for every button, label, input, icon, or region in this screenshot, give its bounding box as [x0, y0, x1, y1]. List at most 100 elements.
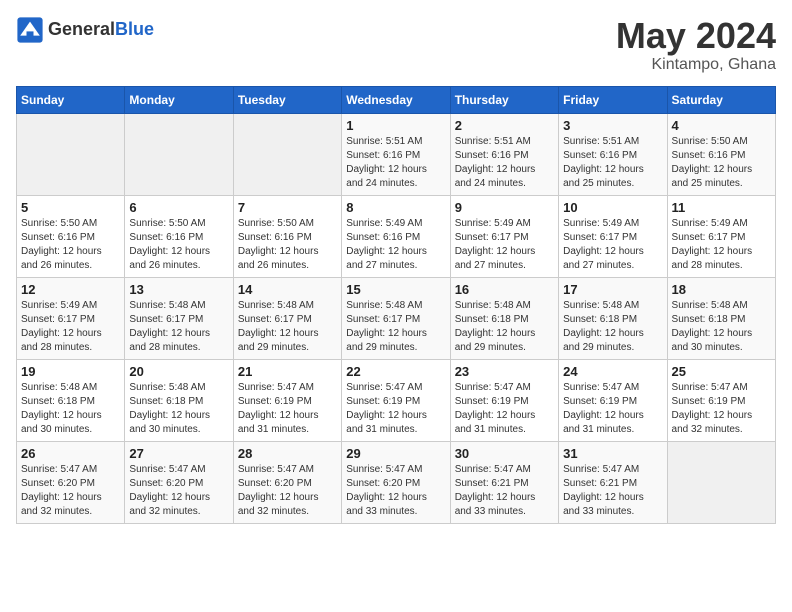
table-cell: 9 Sunrise: 5:49 AM Sunset: 6:17 PM Daylig… [450, 195, 558, 277]
day-info: Sunrise: 5:49 AM Sunset: 6:17 PM Dayligh… [455, 217, 554, 273]
day-info: Sunrise: 5:47 AM Sunset: 6:19 PM Dayligh… [455, 381, 554, 437]
table-cell: 8 Sunrise: 5:49 AM Sunset: 6:16 PM Daylig… [342, 195, 450, 277]
day-info: Sunrise: 5:47 AM Sunset: 6:21 PM Dayligh… [455, 463, 554, 519]
day-number: 23 [455, 364, 554, 379]
table-cell: 4 Sunrise: 5:50 AM Sunset: 6:16 PM Daylig… [667, 113, 775, 195]
day-number: 11 [672, 200, 771, 215]
day-number: 25 [672, 364, 771, 379]
subtitle: Kintampo, Ghana [616, 56, 776, 74]
day-info: Sunrise: 5:49 AM Sunset: 6:16 PM Dayligh… [346, 217, 445, 273]
table-cell: 1Sunrise: 5:51 AM Sunset: 6:16 PM Daylig… [342, 113, 450, 195]
day-number: 22 [346, 364, 445, 379]
day-info: Sunrise: 5:47 AM Sunset: 6:21 PM Dayligh… [563, 463, 662, 519]
day-number: 5 [21, 200, 120, 215]
table-cell [17, 113, 125, 195]
day-number: 31 [563, 446, 662, 461]
day-info: Sunrise: 5:50 AM Sunset: 6:16 PM Dayligh… [129, 217, 228, 273]
day-info: Sunrise: 5:51 AM Sunset: 6:16 PM Dayligh… [455, 135, 554, 191]
day-info: Sunrise: 5:48 AM Sunset: 6:18 PM Dayligh… [563, 299, 662, 355]
day-number: 30 [455, 446, 554, 461]
day-info: Sunrise: 5:51 AM Sunset: 6:16 PM Dayligh… [346, 135, 445, 191]
day-number: 28 [238, 446, 337, 461]
day-number: 6 [129, 200, 228, 215]
day-info: Sunrise: 5:49 AM Sunset: 6:17 PM Dayligh… [563, 217, 662, 273]
table-cell: 14Sunrise: 5:48 AM Sunset: 6:17 PM Dayli… [233, 277, 341, 359]
table-cell: 3Sunrise: 5:51 AM Sunset: 6:16 PM Daylig… [559, 113, 667, 195]
table-cell: 19 Sunrise: 5:48 AM Sunset: 6:18 PM Dayli… [17, 359, 125, 441]
table-cell [233, 113, 341, 195]
header-tuesday: Tuesday [233, 86, 341, 113]
day-info: Sunrise: 5:48 AM Sunset: 6:18 PM Dayligh… [455, 299, 554, 355]
day-number: 2 [455, 118, 554, 133]
table-cell: 7Sunrise: 5:50 AM Sunset: 6:16 PM Daylig… [233, 195, 341, 277]
calendar-body: 1Sunrise: 5:51 AM Sunset: 6:16 PM Daylig… [17, 113, 776, 523]
header-thursday: Thursday [450, 86, 558, 113]
day-number: 9 [455, 200, 554, 215]
day-number: 12 [21, 282, 120, 297]
day-number: 26 [21, 446, 120, 461]
day-info: Sunrise: 5:50 AM Sunset: 6:16 PM Dayligh… [21, 217, 120, 273]
table-cell: 6 Sunrise: 5:50 AM Sunset: 6:16 PM Daylig… [125, 195, 233, 277]
logo-icon [16, 16, 44, 44]
table-cell: 28 Sunrise: 5:47 AM Sunset: 6:20 PM Dayli… [233, 441, 341, 523]
table-cell: 23 Sunrise: 5:47 AM Sunset: 6:19 PM Dayli… [450, 359, 558, 441]
day-number: 10 [563, 200, 662, 215]
day-info: Sunrise: 5:47 AM Sunset: 6:19 PM Dayligh… [672, 381, 771, 437]
day-info: Sunrise: 5:48 AM Sunset: 6:18 PM Dayligh… [21, 381, 120, 437]
day-number: 8 [346, 200, 445, 215]
week-row-5: 26 Sunrise: 5:47 AM Sunset: 6:20 PM Dayli… [17, 441, 776, 523]
day-info: Sunrise: 5:49 AM Sunset: 6:17 PM Dayligh… [21, 299, 120, 355]
day-number: 24 [563, 364, 662, 379]
table-cell: 26 Sunrise: 5:47 AM Sunset: 6:20 PM Dayli… [17, 441, 125, 523]
day-number: 4 [672, 118, 771, 133]
week-row-3: 12 Sunrise: 5:49 AM Sunset: 6:17 PM Dayli… [17, 277, 776, 359]
day-number: 20 [129, 364, 228, 379]
day-info: Sunrise: 5:49 AM Sunset: 6:17 PM Dayligh… [672, 217, 771, 273]
day-number: 16 [455, 282, 554, 297]
calendar-table: Sunday Monday Tuesday Wednesday Thursday… [16, 86, 776, 524]
header-wednesday: Wednesday [342, 86, 450, 113]
table-cell: 25 Sunrise: 5:47 AM Sunset: 6:19 PM Dayli… [667, 359, 775, 441]
table-cell: 30 Sunrise: 5:47 AM Sunset: 6:21 PM Dayli… [450, 441, 558, 523]
table-cell: 17 Sunrise: 5:48 AM Sunset: 6:18 PM Dayli… [559, 277, 667, 359]
calendar-header: Sunday Monday Tuesday Wednesday Thursday… [17, 86, 776, 113]
logo: GeneralBlue [16, 16, 154, 44]
week-row-1: 1Sunrise: 5:51 AM Sunset: 6:16 PM Daylig… [17, 113, 776, 195]
table-cell: 29Sunrise: 5:47 AM Sunset: 6:20 PM Dayli… [342, 441, 450, 523]
day-info: Sunrise: 5:48 AM Sunset: 6:18 PM Dayligh… [672, 299, 771, 355]
header-row: Sunday Monday Tuesday Wednesday Thursday… [17, 86, 776, 113]
day-info: Sunrise: 5:47 AM Sunset: 6:20 PM Dayligh… [238, 463, 337, 519]
day-number: 17 [563, 282, 662, 297]
table-cell: 31 Sunrise: 5:47 AM Sunset: 6:21 PM Dayli… [559, 441, 667, 523]
day-number: 15 [346, 282, 445, 297]
header-saturday: Saturday [667, 86, 775, 113]
table-cell [125, 113, 233, 195]
table-cell: 15 Sunrise: 5:48 AM Sunset: 6:17 PM Dayli… [342, 277, 450, 359]
logo-general: General [48, 19, 115, 39]
day-info: Sunrise: 5:50 AM Sunset: 6:16 PM Dayligh… [238, 217, 337, 273]
day-info: Sunrise: 5:47 AM Sunset: 6:20 PM Dayligh… [346, 463, 445, 519]
page-header: GeneralBlue May 2024 Kintampo, Ghana [16, 16, 776, 74]
month-title: May 2024 [616, 16, 776, 56]
table-cell: 22Sunrise: 5:47 AM Sunset: 6:19 PM Dayli… [342, 359, 450, 441]
day-info: Sunrise: 5:48 AM Sunset: 6:17 PM Dayligh… [129, 299, 228, 355]
table-cell: 10 Sunrise: 5:49 AM Sunset: 6:17 PM Dayli… [559, 195, 667, 277]
table-cell: 12 Sunrise: 5:49 AM Sunset: 6:17 PM Dayli… [17, 277, 125, 359]
day-info: Sunrise: 5:47 AM Sunset: 6:19 PM Dayligh… [238, 381, 337, 437]
day-info: Sunrise: 5:47 AM Sunset: 6:20 PM Dayligh… [129, 463, 228, 519]
day-number: 19 [21, 364, 120, 379]
day-info: Sunrise: 5:47 AM Sunset: 6:20 PM Dayligh… [21, 463, 120, 519]
table-cell: 2 Sunrise: 5:51 AM Sunset: 6:16 PM Daylig… [450, 113, 558, 195]
day-info: Sunrise: 5:48 AM Sunset: 6:17 PM Dayligh… [346, 299, 445, 355]
day-info: Sunrise: 5:48 AM Sunset: 6:17 PM Dayligh… [238, 299, 337, 355]
logo-text: GeneralBlue [48, 20, 154, 40]
day-info: Sunrise: 5:47 AM Sunset: 6:19 PM Dayligh… [563, 381, 662, 437]
day-number: 21 [238, 364, 337, 379]
table-cell: 5 Sunrise: 5:50 AM Sunset: 6:16 PM Daylig… [17, 195, 125, 277]
table-cell: 13Sunrise: 5:48 AM Sunset: 6:17 PM Dayli… [125, 277, 233, 359]
title-block: May 2024 Kintampo, Ghana [616, 16, 776, 74]
header-sunday: Sunday [17, 86, 125, 113]
table-cell: 11 Sunrise: 5:49 AM Sunset: 6:17 PM Dayli… [667, 195, 775, 277]
day-info: Sunrise: 5:50 AM Sunset: 6:16 PM Dayligh… [672, 135, 771, 191]
table-cell: 21 Sunrise: 5:47 AM Sunset: 6:19 PM Dayli… [233, 359, 341, 441]
